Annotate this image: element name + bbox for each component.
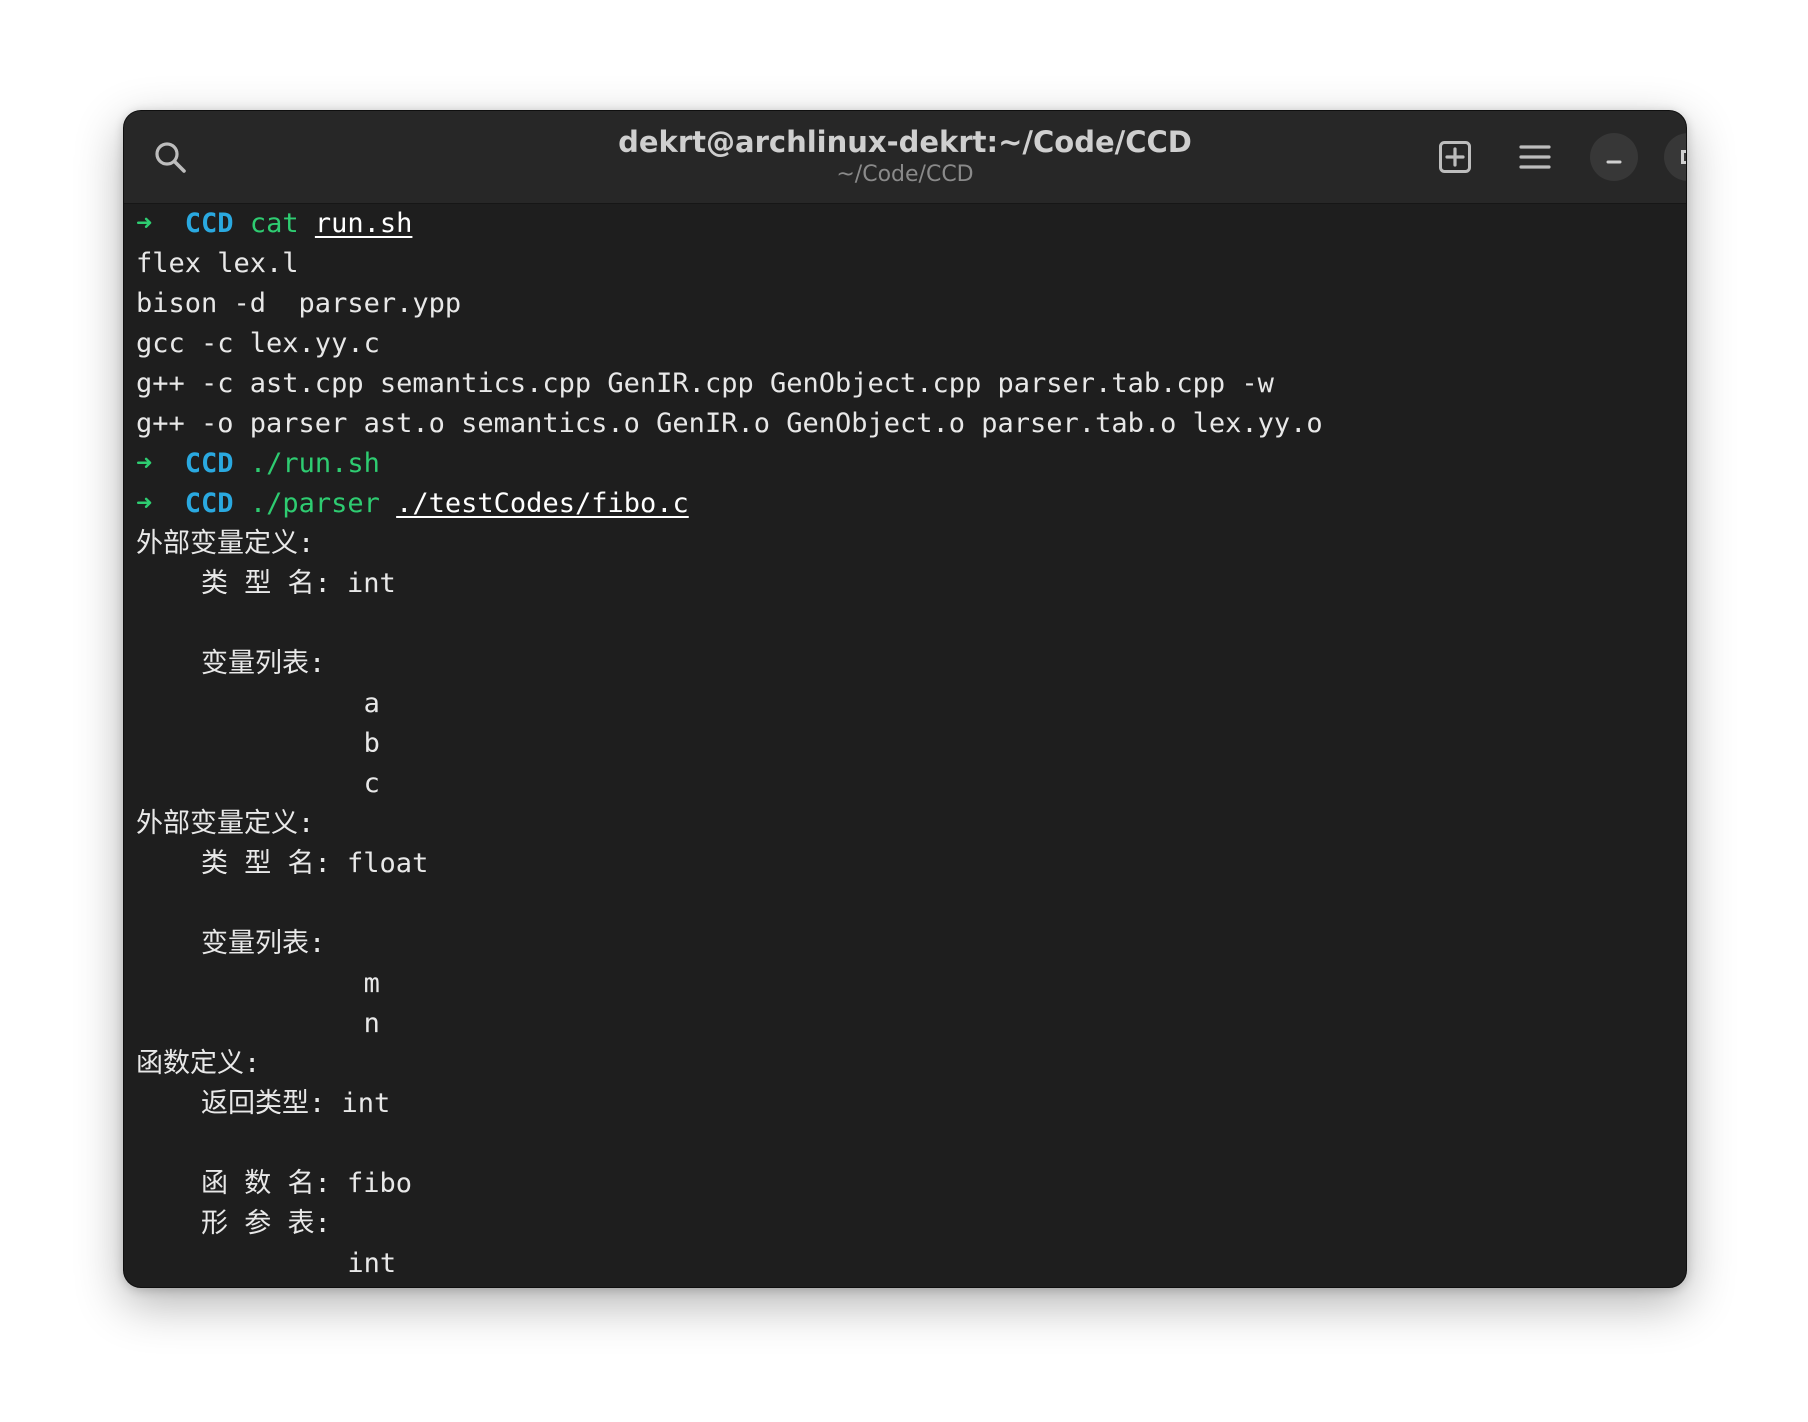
output-line: 函 数 名: fibo [136,1164,1686,1204]
window-subtitle: ~/Code/CCD [836,162,974,187]
command-name: ./run.sh [249,448,380,479]
prompt-arrow-icon: ➜ [136,208,153,239]
output-text: gcc -c lex.yy.c [136,328,380,359]
output-text: 类 型 名: float [136,848,429,879]
prompt-line: ➜ CCD ./run.sh [136,444,1686,484]
output-text: c [136,768,380,799]
output-line: g++ -c ast.cpp semantics.cpp GenIR.cpp G… [136,364,1686,404]
search-icon [155,142,186,173]
output-text: 变量列表: [136,928,326,959]
output-line: 形 参 表: [136,1204,1686,1244]
output-text: g++ -c ast.cpp semantics.cpp GenIR.cpp G… [136,368,1274,399]
menu-button[interactable] [1509,131,1561,183]
prompt-line: ➜ CCD ./parser ./testCodes/fibo.c [136,484,1686,524]
output-text: 类 型 名: int [136,568,396,599]
prompt-directory: CCD [184,488,234,519]
output-text: 函数定义: [136,1048,261,1079]
prompt-arrow-icon: ➜ [136,448,153,479]
output-text: a [136,688,380,719]
output-text: 变量列表: [136,648,326,679]
prompt-arrow-icon: ➜ [136,488,153,519]
output-line: gcc -c lex.yy.c [136,324,1686,364]
maximize-icon [1681,150,1686,164]
minimize-icon [1606,160,1622,164]
output-text: bison -d parser.ypp [136,288,462,319]
command-name: ./parser [249,488,380,519]
output-line: 变量列表: [136,924,1686,964]
search-button[interactable] [144,131,196,183]
new-tab-button[interactable] [1429,131,1481,183]
output-line: n [136,1004,1686,1044]
output-line: 类 型 名: int [136,564,1686,604]
output-text: m [136,968,380,999]
prompt-line: ➜ CCD cat run.sh [136,204,1686,244]
output-line: m [136,964,1686,1004]
output-text: flex lex.l [136,248,299,279]
window-title: dekrt@archlinux-dekrt:~/Code/CCD [618,125,1192,159]
prompt-directory: CCD [184,448,234,479]
hamburger-menu-icon [1519,145,1551,169]
output-text: n [136,1008,380,1039]
output-line: b [136,724,1686,764]
output-text: g++ -o parser ast.o semantics.o GenIR.o … [136,408,1323,439]
output-line: a [136,684,1686,724]
new-tab-icon [1439,141,1471,173]
output-line: 外部变量定义: [136,524,1686,564]
output-line: 变量列表: [136,644,1686,684]
command-argument: ./testCodes/fibo.c [396,488,689,519]
output-text: b [136,728,380,759]
output-line: 外部变量定义: [136,804,1686,844]
output-line: flex lex.l [136,244,1686,284]
terminal-output[interactable]: ➜ CCD cat run.sh flex lex.l bison -d parse… [124,204,1686,1287]
command-argument: run.sh [314,208,413,239]
title-block: dekrt@archlinux-dekrt:~/Code/CCD ~/Code/… [424,123,1386,189]
maximize-button[interactable] [1664,133,1686,181]
terminal-window: dekrt@archlinux-dekrt:~/Code/CCD ~/Code/… [123,110,1687,1288]
command-name: cat [249,208,299,239]
output-text: int [136,1248,397,1279]
output-line: 类 型 名: float [136,844,1686,884]
output-text: 返回类型: int [136,1088,391,1119]
output-text: 形 参 表: [136,1208,331,1239]
output-line: bison -d parser.ypp [136,284,1686,324]
output-line: c [136,764,1686,804]
output-text: 函 数 名: fibo [136,1168,413,1199]
prompt-directory: CCD [184,208,234,239]
minimize-button[interactable] [1590,133,1638,181]
output-text: 外部变量定义: [136,808,315,839]
output-line: 函数定义: [136,1044,1686,1084]
output-line: g++ -o parser ast.o semantics.o GenIR.o … [136,404,1686,444]
output-line: 返回类型: int [136,1084,1686,1124]
header-bar: dekrt@archlinux-dekrt:~/Code/CCD ~/Code/… [124,111,1686,204]
output-text: 外部变量定义: [136,528,315,559]
output-line: int [136,1244,1686,1284]
